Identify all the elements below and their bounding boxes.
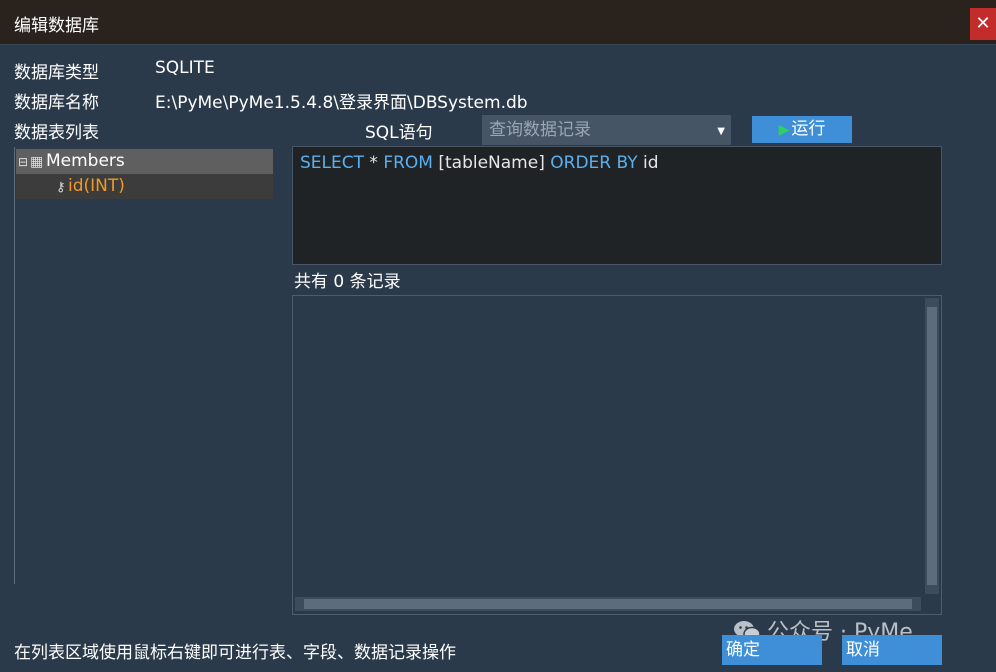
- edit-database-dialog: 编辑数据库 ✕ 数据库类型 SQLITE 数据库名称 E:\PyMe\PyMe1…: [0, 0, 996, 672]
- sql-text: *: [364, 153, 384, 173]
- tree-item-id-field[interactable]: ⚷ id(INT): [16, 174, 273, 199]
- sql-preset-dropdown[interactable]: 查询数据记录 ▼: [482, 115, 731, 145]
- sql-keyword: SELECT: [300, 153, 364, 173]
- table-tree[interactable]: ⊟ ▦ Members ⚷ id(INT): [14, 147, 273, 584]
- window-title: 编辑数据库: [14, 16, 99, 36]
- tree-item-label: Members: [46, 151, 125, 171]
- close-button[interactable]: ✕: [970, 8, 996, 40]
- sql-text: id: [637, 153, 659, 173]
- db-name-label: 数据库名称: [14, 93, 99, 113]
- record-count: 共有 0 条记录: [294, 272, 401, 292]
- tree-item-members[interactable]: ⊟ ▦ Members: [16, 149, 273, 174]
- key-icon: ⚷: [56, 180, 66, 195]
- sql-editor[interactable]: SELECT * FROM [tableName] ORDER BY id: [292, 146, 942, 265]
- vertical-scroll-thumb[interactable]: [927, 307, 937, 585]
- collapse-icon[interactable]: ⊟: [18, 150, 30, 175]
- run-button-label: 运行: [791, 119, 826, 139]
- horizontal-scrollbar[interactable]: [295, 597, 921, 611]
- db-type-label: 数据库类型: [14, 63, 99, 83]
- db-name-value: E:\PyMe\PyMe1.5.4.8\登录界面\DBSystem.db: [155, 93, 528, 113]
- run-button[interactable]: ▶ 运行: [752, 116, 852, 143]
- tree-field-label: id(INT): [68, 176, 125, 196]
- horizontal-scroll-thumb[interactable]: [304, 599, 912, 609]
- chevron-down-icon: ▼: [717, 126, 725, 137]
- vertical-scrollbar[interactable]: [925, 298, 939, 594]
- ok-button[interactable]: 确定: [722, 635, 822, 665]
- sql-text: [tableName]: [432, 153, 551, 173]
- table-list-label: 数据表列表: [14, 123, 99, 143]
- sql-label: SQL语句: [365, 123, 433, 143]
- results-grid[interactable]: [292, 295, 942, 615]
- cancel-button[interactable]: 取消: [842, 635, 942, 665]
- db-type-value: SQLITE: [155, 58, 215, 78]
- sql-preset-value: 查询数据记录: [489, 120, 591, 140]
- sql-keyword: ORDER BY: [550, 153, 638, 173]
- play-icon: ▶: [778, 122, 790, 138]
- title-bar: 编辑数据库 ✕: [0, 0, 996, 45]
- table-icon: ▦: [30, 154, 44, 170]
- footer-hint: 在列表区域使用鼠标右键即可进行表、字段、数据记录操作: [14, 643, 456, 663]
- sql-keyword: FROM: [383, 153, 433, 173]
